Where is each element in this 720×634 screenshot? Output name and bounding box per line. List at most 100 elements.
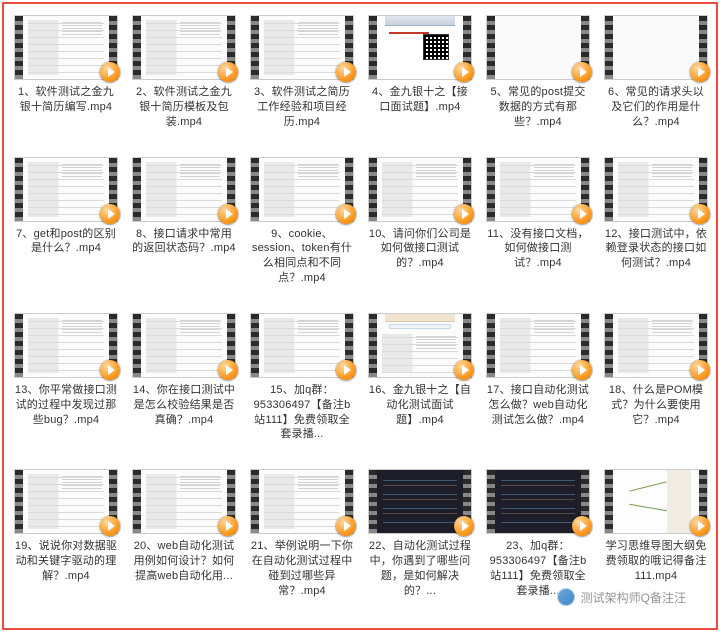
video-thumbnail[interactable] (487, 16, 589, 79)
video-thumbnail[interactable] (251, 158, 353, 221)
file-name-label: 3、软件测试之简历工作经验和项目经历.mp4 (250, 85, 354, 130)
thumbnail-preview (495, 16, 581, 79)
play-icon (336, 360, 356, 380)
thumbnail-preview (141, 16, 227, 79)
thumbnail-preview (377, 158, 463, 221)
thumbnail-preview (259, 16, 345, 79)
thumbnail-preview (495, 314, 581, 377)
video-thumbnail[interactable] (369, 16, 471, 79)
video-file-item[interactable]: 6、常见的请求头以及它们的作用是什么？.mp4 (602, 16, 710, 130)
filmstrip-left-icon (251, 470, 259, 533)
video-thumbnail[interactable] (605, 16, 707, 79)
play-icon (100, 62, 120, 82)
file-name-label: 15、加q群：953306497【备注b站111】免费领取全套录播... (250, 383, 354, 442)
video-file-item[interactable]: 12、接口测试中，依赖登录状态的接口如何测试？.mp4 (602, 158, 710, 286)
file-name-label: 14、你在接口测试中是怎么校验结果是否真确？.mp4 (132, 383, 236, 428)
filmstrip-left-icon (251, 158, 259, 221)
video-thumbnail[interactable] (251, 16, 353, 79)
thumbnail-preview (23, 314, 109, 377)
play-icon (218, 360, 238, 380)
filmstrip-left-icon (133, 314, 141, 377)
play-icon (454, 204, 474, 224)
filmstrip-left-icon (133, 158, 141, 221)
file-name-label: 7、get和post的区别是什么？.mp4 (14, 227, 118, 257)
video-thumbnail[interactable] (133, 158, 235, 221)
filmstrip-left-icon (15, 158, 23, 221)
filmstrip-left-icon (15, 470, 23, 533)
file-name-label: 10、请问你们公司是如何做接口测试的？.mp4 (368, 227, 472, 272)
video-file-item[interactable]: 14、你在接口测试中是怎么校验结果是否真确？.mp4 (130, 314, 238, 442)
filmstrip-left-icon (133, 470, 141, 533)
video-file-item[interactable]: 7、get和post的区别是什么？.mp4 (12, 158, 120, 286)
file-name-label: 2、软件测试之金九银十简历模板及包装.mp4 (132, 85, 236, 130)
video-thumbnail[interactable] (487, 470, 589, 533)
filmstrip-left-icon (369, 314, 377, 377)
video-file-item[interactable]: 19、说说你对数据驱动和关键字驱动的理解？.mp4 (12, 470, 120, 598)
file-name-label: 23、加q群：953306497【备注b站111】免费领取全套录播... (486, 539, 590, 598)
video-thumbnail[interactable] (487, 314, 589, 377)
thumbnail-preview (377, 470, 463, 533)
video-file-item[interactable]: 20、web自动化测试用例如何设计？如何提高web自动化用... (130, 470, 238, 598)
play-icon (572, 516, 592, 536)
video-thumbnail[interactable] (15, 470, 117, 533)
thumbnail-preview (613, 158, 699, 221)
filmstrip-left-icon (487, 158, 495, 221)
play-icon (690, 516, 710, 536)
thumbnail-preview (495, 158, 581, 221)
video-thumbnail[interactable] (369, 470, 471, 533)
file-name-label: 4、金九银十之【接口面试题】.mp4 (368, 85, 472, 115)
video-file-item[interactable]: 18、什么是POM模式？为什么要使用它？.mp4 (602, 314, 710, 442)
video-file-item[interactable]: 8、接口请求中常用的返回状态码？.mp4 (130, 158, 238, 286)
file-name-label: 20、web自动化测试用例如何设计？如何提高web自动化用... (132, 539, 236, 584)
filmstrip-left-icon (487, 470, 495, 533)
video-file-item[interactable]: 23、加q群：953306497【备注b站111】免费领取全套录播... (484, 470, 592, 598)
filmstrip-left-icon (487, 16, 495, 79)
video-file-item[interactable]: 5、常见的post提交数据的方式有那些？.mp4 (484, 16, 592, 130)
thumbnail-preview (495, 470, 581, 533)
video-file-item[interactable]: 21、举例说明一下你在自动化测试过程中碰到过哪些异常？.mp4 (248, 470, 356, 598)
file-name-label: 19、说说你对数据驱动和关键字驱动的理解？.mp4 (14, 539, 118, 584)
video-thumbnail[interactable] (487, 158, 589, 221)
video-thumbnail[interactable] (369, 158, 471, 221)
play-icon (690, 360, 710, 380)
video-file-item[interactable]: 17、接口自动化测试怎么做？web自动化测试怎么做？.mp4 (484, 314, 592, 442)
file-grid-container: 1、软件测试之金九银十简历编写.mp4 2、软件测试之金九银十简历模板及包装.mp… (2, 2, 718, 630)
video-thumbnail[interactable] (251, 470, 353, 533)
video-file-item[interactable]: 学习思维导图大纲免费领取的哦记得备注111.mp4 (602, 470, 710, 598)
video-file-item[interactable]: 9、cookie、session、token有什么相同点和不同点？.mp4 (248, 158, 356, 286)
video-file-item[interactable]: 4、金九银十之【接口面试题】.mp4 (366, 16, 474, 130)
video-thumbnail[interactable] (605, 158, 707, 221)
video-thumbnail[interactable] (605, 314, 707, 377)
video-file-item[interactable]: 16、金九银十之【自动化测试面试题】.mp4 (366, 314, 474, 442)
video-file-item[interactable]: 22、自动化测试过程中，你遇到了哪些问题，是如何解决的？... (366, 470, 474, 598)
thumbnail-preview (613, 470, 699, 533)
video-thumbnail[interactable] (133, 16, 235, 79)
video-file-item[interactable]: 11、没有接口文档，如何做接口测试？.mp4 (484, 158, 592, 286)
video-file-item[interactable]: 15、加q群：953306497【备注b站111】免费领取全套录播... (248, 314, 356, 442)
video-thumbnail[interactable] (15, 158, 117, 221)
file-name-label: 11、没有接口文档，如何做接口测试？.mp4 (486, 227, 590, 272)
video-thumbnail[interactable] (133, 314, 235, 377)
thumbnail-preview (141, 158, 227, 221)
video-file-item[interactable]: 10、请问你们公司是如何做接口测试的？.mp4 (366, 158, 474, 286)
play-icon (572, 62, 592, 82)
video-thumbnail[interactable] (251, 314, 353, 377)
video-thumbnail[interactable] (369, 314, 471, 377)
video-file-item[interactable]: 1、软件测试之金九银十简历编写.mp4 (12, 16, 120, 130)
video-thumbnail[interactable] (133, 470, 235, 533)
play-icon (454, 360, 474, 380)
video-thumbnail[interactable] (15, 16, 117, 79)
play-icon (218, 204, 238, 224)
video-file-item[interactable]: 2、软件测试之金九银十简历模板及包装.mp4 (130, 16, 238, 130)
video-file-item[interactable]: 3、软件测试之简历工作经验和项目经历.mp4 (248, 16, 356, 130)
file-name-label: 22、自动化测试过程中，你遇到了哪些问题，是如何解决的？... (368, 539, 472, 598)
play-icon (336, 516, 356, 536)
file-name-label: 9、cookie、session、token有什么相同点和不同点？.mp4 (250, 227, 354, 286)
video-thumbnail[interactable] (605, 470, 707, 533)
file-name-label: 学习思维导图大纲免费领取的哦记得备注111.mp4 (604, 539, 708, 584)
filmstrip-left-icon (369, 470, 377, 533)
video-thumbnail[interactable] (15, 314, 117, 377)
video-file-item[interactable]: 13、你平常做接口测试的过程中发现过那些bug？.mp4 (12, 314, 120, 442)
thumbnail-preview (259, 314, 345, 377)
filmstrip-left-icon (133, 16, 141, 79)
